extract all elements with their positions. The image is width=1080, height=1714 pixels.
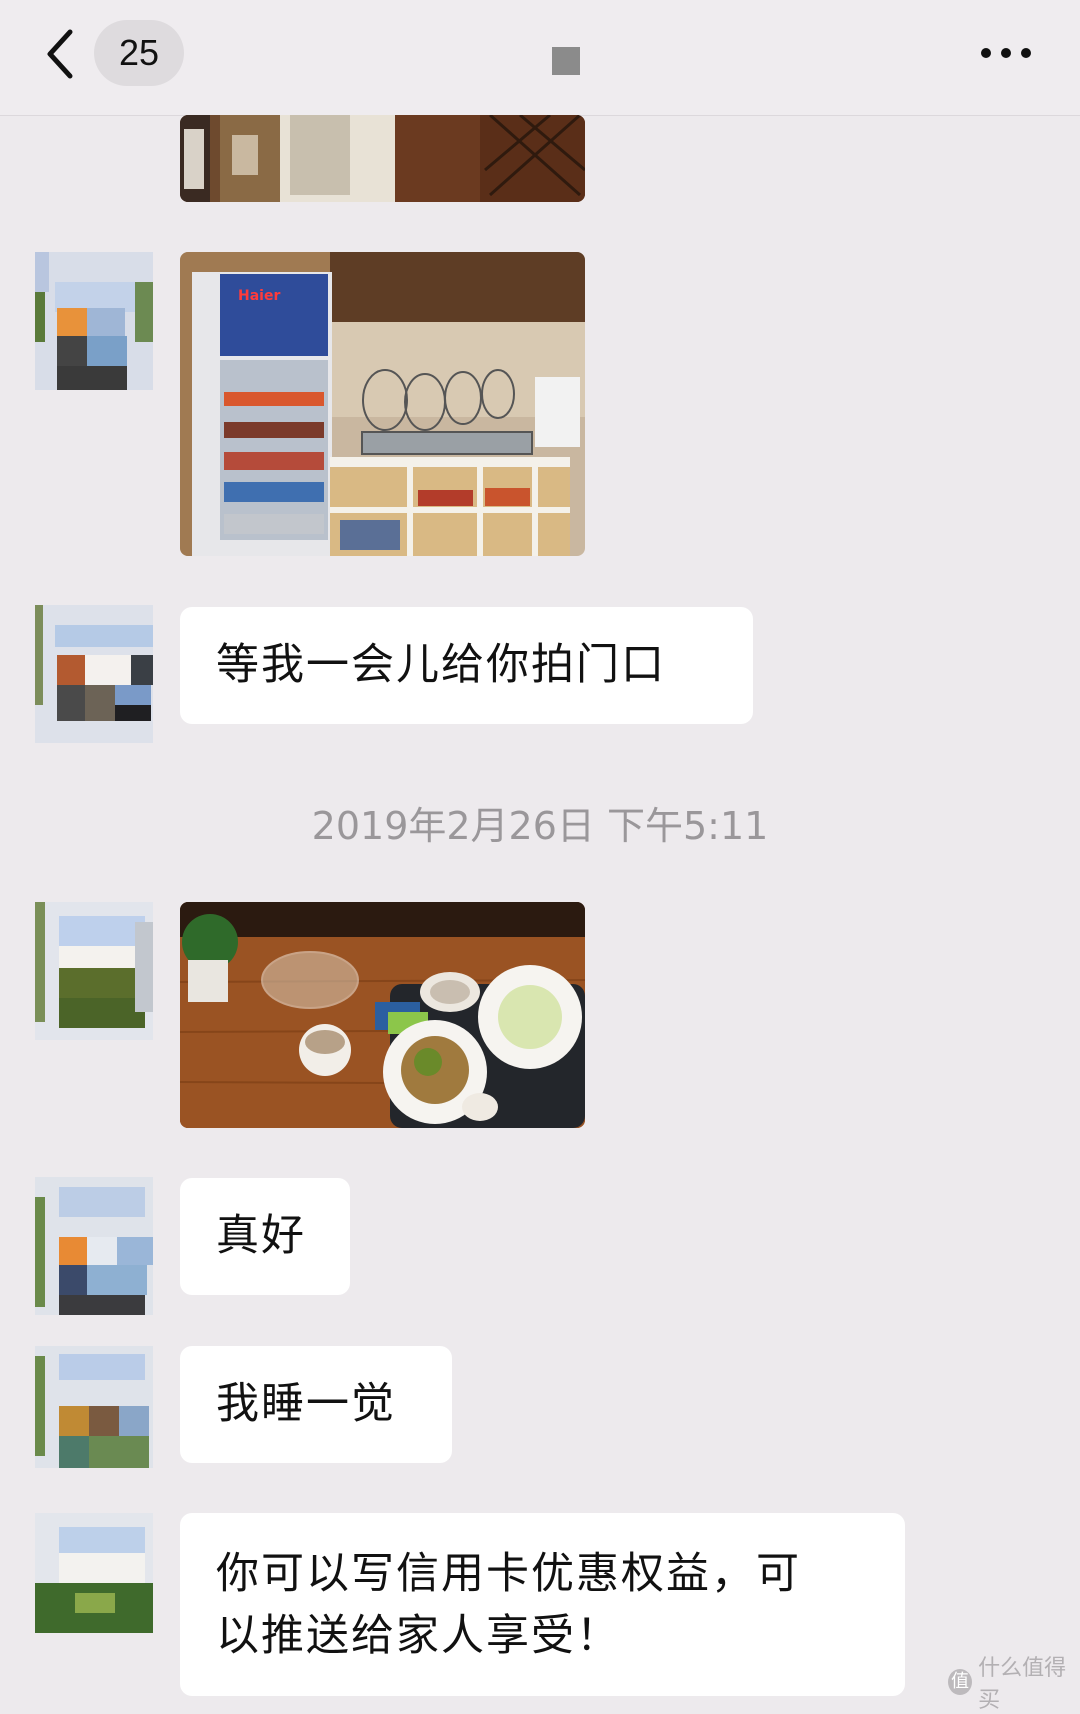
more-dot-icon [1021, 48, 1031, 58]
buffet-photo: Haier [180, 252, 585, 556]
food-table-photo [180, 902, 585, 1128]
image-message-buffet[interactable]: Haier [180, 252, 585, 556]
more-options-button[interactable] [975, 30, 1037, 74]
fridge-brand: Haier [238, 288, 280, 304]
message-line: 以推送给家人享受！ [216, 1611, 621, 1661]
avatar[interactable] [35, 1513, 153, 1651]
more-dot-icon [1001, 48, 1011, 58]
chat-header: 25 [0, 0, 1080, 116]
image-message-entrance[interactable] [180, 115, 585, 202]
unread-count-badge[interactable]: 25 [94, 20, 184, 86]
avatar[interactable] [35, 252, 153, 390]
text-message-bubble[interactable]: 我睡一觉 [180, 1346, 452, 1463]
text-message-bubble[interactable]: 等我一会儿给你拍门口 [180, 607, 753, 724]
image-message-food[interactable] [180, 902, 585, 1128]
more-dot-icon [981, 48, 991, 58]
avatar[interactable] [35, 902, 153, 1040]
watermark: 值 什么值得买 [948, 1656, 1080, 1713]
text-message-bubble[interactable]: 真好 [180, 1178, 350, 1295]
back-button[interactable] [38, 24, 88, 84]
chevron-left-icon [47, 29, 73, 79]
message-line: 你可以写信用卡优惠权益，可 [216, 1549, 801, 1599]
lounge-entrance-photo [180, 115, 585, 202]
avatar[interactable] [35, 1346, 153, 1484]
smzdm-logo-icon: 值 [948, 1669, 973, 1695]
chat-title-placeholder [552, 47, 580, 75]
text-message-bubble[interactable]: 你可以写信用卡优惠权益，可 以推送给家人享受！ [180, 1513, 905, 1696]
avatar[interactable] [35, 1177, 153, 1315]
message-timestamp: 2019年2月26日 下午5:11 [311, 804, 769, 848]
avatar[interactable] [35, 605, 153, 743]
watermark-text: 什么值得买 [978, 1656, 1067, 1713]
